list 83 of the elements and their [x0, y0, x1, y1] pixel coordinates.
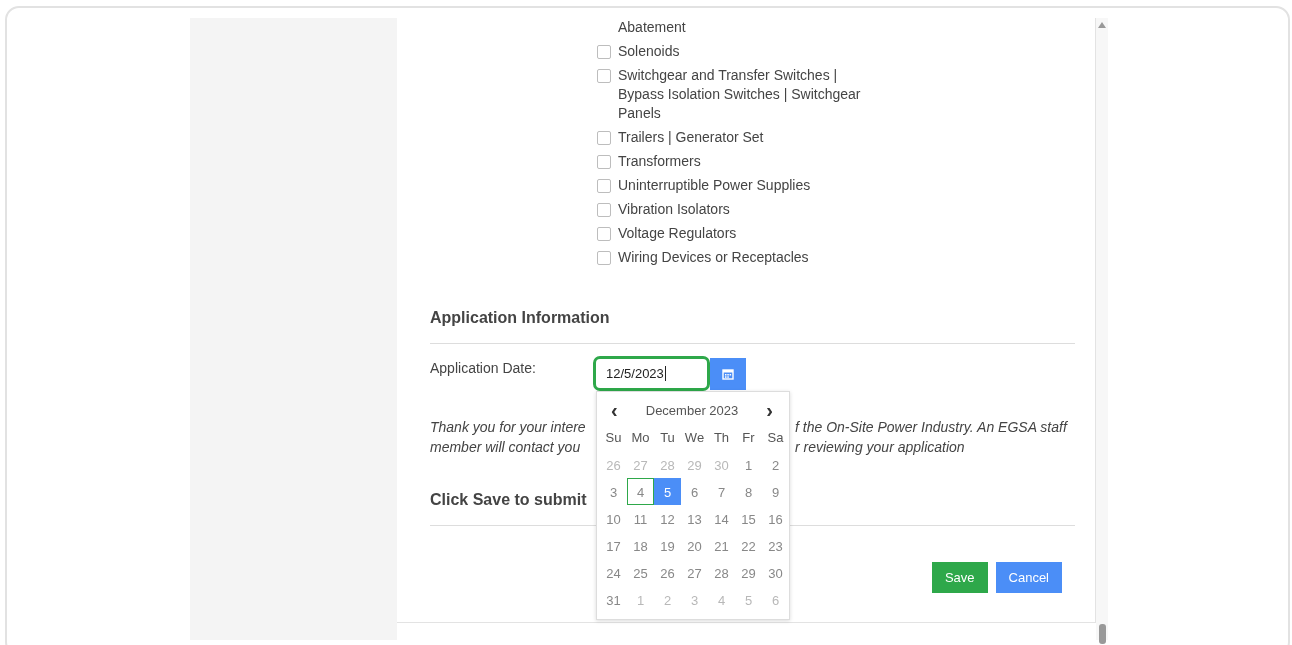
checkbox-label: Voltage Regulators [618, 224, 737, 243]
calendar-day[interactable]: 21 [708, 532, 735, 559]
calendar-day[interactable]: 19 [654, 532, 681, 559]
calendar-day[interactable]: 13 [681, 505, 708, 532]
calendar-day[interactable]: 4 [627, 478, 654, 505]
note-text: member will contact you [430, 438, 581, 457]
calendar-day[interactable]: 16 [762, 505, 789, 532]
calendar-day[interactable]: 22 [735, 532, 762, 559]
calendar-day[interactable]: 27 [627, 451, 654, 478]
section-heading: Click Save to submit [430, 491, 587, 509]
calendar-day[interactable]: 5 [735, 586, 762, 613]
calendar-day[interactable]: 6 [681, 478, 708, 505]
weekday-label: Tu [659, 429, 676, 447]
calendar-day[interactable]: 30 [708, 451, 735, 478]
calendar-day[interactable]: 14 [708, 505, 735, 532]
cancel-button[interactable]: Cancel [995, 562, 1062, 593]
scroll-thumb[interactable] [1098, 624, 1106, 644]
checkbox[interactable] [597, 69, 611, 83]
calendar-day[interactable]: 3 [681, 586, 708, 613]
checkbox[interactable] [597, 155, 611, 169]
section-heading: Application Information [430, 309, 610, 327]
note-text: f the On-Site Power Industry. An EGSA staff [795, 418, 1067, 437]
note-text: r reviewing your application [795, 438, 965, 457]
checkbox[interactable] [597, 131, 611, 145]
calendar-day[interactable]: 1 [735, 451, 762, 478]
calendar-day[interactable]: 12 [654, 505, 681, 532]
calendar-day[interactable]: 20 [681, 532, 708, 559]
calendar-day[interactable]: 17 [600, 532, 627, 559]
calendar-day[interactable]: 28 [708, 559, 735, 586]
checkbox[interactable] [597, 179, 611, 193]
calendar-day[interactable]: 18 [627, 532, 654, 559]
calendar-day[interactable]: 8 [735, 478, 762, 505]
calendar-day[interactable]: 6 [762, 586, 789, 613]
checkbox-label: Vibration Isolators [618, 200, 730, 219]
calendar-day[interactable]: 15 [735, 505, 762, 532]
calendar-day[interactable]: 29 [735, 559, 762, 586]
checkbox-label: Wiring Devices or Receptacles [618, 248, 809, 267]
calendar-day[interactable]: 7 [708, 478, 735, 505]
weekday-label: Su [604, 429, 623, 447]
next-month-button[interactable]: › [762, 400, 777, 420]
calendar-day[interactable]: 24 [600, 559, 627, 586]
calendar-day[interactable]: 31 [600, 586, 627, 613]
checkbox-label: Solenoids [618, 42, 680, 61]
previous-month-button[interactable]: ‹ [607, 400, 622, 420]
calendar-day[interactable]: 11 [627, 505, 654, 532]
calendar-day[interactable]: 25 [627, 559, 654, 586]
date-input-field[interactable]: 12/5/2023 [593, 356, 710, 391]
save-button[interactable]: Save [931, 562, 988, 593]
calendar-day[interactable]: 30 [762, 559, 789, 586]
weekday-label: Th [712, 429, 731, 447]
checkbox[interactable] [597, 227, 611, 241]
calendar-day[interactable]: 3 [600, 478, 627, 505]
calendar-day[interactable]: 4 [708, 586, 735, 613]
weekday-label: Sa [766, 429, 785, 447]
calendar-day[interactable]: 2 [762, 451, 789, 478]
calendar-day[interactable]: 28 [654, 451, 681, 478]
checkbox[interactable] [597, 45, 611, 59]
weekday-label: Fr [741, 429, 756, 447]
calendar-day[interactable]: 23 [762, 532, 789, 559]
calendar-day[interactable]: 10 [600, 505, 627, 532]
calendar-day[interactable]: 27 [681, 559, 708, 586]
calendar-day[interactable]: 26 [600, 451, 627, 478]
note-text: Thank you for your intere [430, 418, 586, 437]
calendar-button[interactable] [710, 358, 746, 390]
calendar-icon [722, 368, 734, 380]
calendar-day[interactable]: 2 [654, 586, 681, 613]
calendar-day[interactable]: 1 [627, 586, 654, 613]
field-label: Application Date: [430, 359, 537, 378]
checkbox-label: Uninterruptible Power Supplies [618, 176, 811, 195]
month-title: December 2023 [645, 402, 739, 418]
calendar-day[interactable]: 26 [654, 559, 681, 586]
calendar-day[interactable]: 9 [762, 478, 789, 505]
calendar-day[interactable]: 5 [654, 478, 681, 505]
checkbox[interactable] [597, 203, 611, 217]
weekday-label: We [683, 429, 706, 447]
checkbox[interactable] [597, 251, 611, 265]
checkbox-label: Trailers | Generator Set [618, 128, 764, 147]
weekday-label: Mo [630, 429, 651, 447]
calendar-day[interactable]: 29 [681, 451, 708, 478]
checkbox-label: Transformers [618, 152, 701, 171]
checkbox-label: Abatement [618, 18, 686, 37]
checkbox-label: Switchgear and Transfer Switches | Bypass Isolation Switches | Switchgear Panels [618, 66, 862, 123]
scroll-up-icon[interactable] [1098, 22, 1106, 28]
